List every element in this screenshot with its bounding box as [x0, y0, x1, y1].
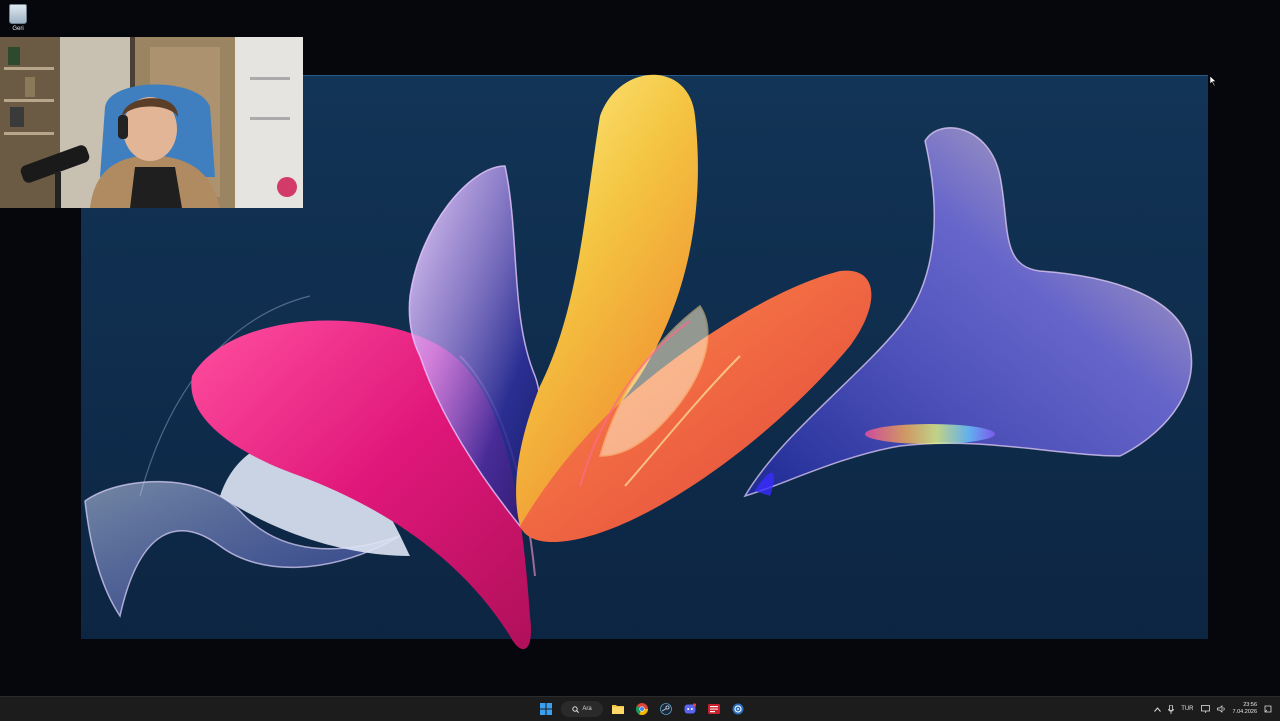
system-tray: TUR 23:56 7.04.2026 — [1154, 700, 1272, 718]
taskbar-steam[interactable] — [657, 700, 675, 718]
microphone-icon[interactable] — [1168, 704, 1175, 714]
clock-date: 7.04.2026 — [1232, 709, 1257, 715]
chrome-icon — [636, 703, 648, 715]
recycle-bin-shortcut[interactable]: Geri — [4, 4, 32, 32]
search-box[interactable]: Ara — [561, 701, 603, 717]
clock-time: 23:56 — [1243, 702, 1257, 708]
taskbar-settings-app[interactable] — [729, 700, 747, 718]
taskbar-discord[interactable] — [681, 700, 699, 718]
language-indicator[interactable]: TUR — [1181, 706, 1193, 712]
taskbar-media-app[interactable] — [705, 700, 723, 718]
search-icon — [572, 705, 580, 713]
blue-gear-icon — [732, 703, 744, 715]
taskbar: Ara TUR 23:56 7.04.2026 — [0, 696, 1280, 721]
webcam-overlay — [0, 37, 303, 208]
taskbar-file-explorer[interactable] — [609, 700, 627, 718]
mouse-cursor-icon — [1210, 76, 1217, 86]
folder-icon — [612, 705, 624, 714]
clock[interactable]: 23:56 7.04.2026 — [1233, 702, 1257, 716]
recycle-bin-label: Geri — [12, 26, 24, 32]
recycle-bin-icon — [9, 4, 27, 24]
volume-icon[interactable] — [1216, 705, 1226, 713]
network-icon[interactable] — [1200, 705, 1210, 713]
taskbar-chrome[interactable] — [633, 700, 651, 718]
windows-start-icon — [540, 703, 552, 715]
red-app-icon — [708, 704, 720, 714]
chevron-up-icon[interactable] — [1154, 706, 1162, 712]
steam-icon — [660, 703, 672, 715]
search-label: Ara — [582, 706, 592, 712]
start-button[interactable] — [537, 700, 555, 718]
webcam-feed — [0, 37, 303, 208]
discord-icon — [684, 703, 696, 714]
notifications-icon[interactable] — [1264, 705, 1272, 713]
taskbar-apps: Ara — [537, 700, 747, 718]
